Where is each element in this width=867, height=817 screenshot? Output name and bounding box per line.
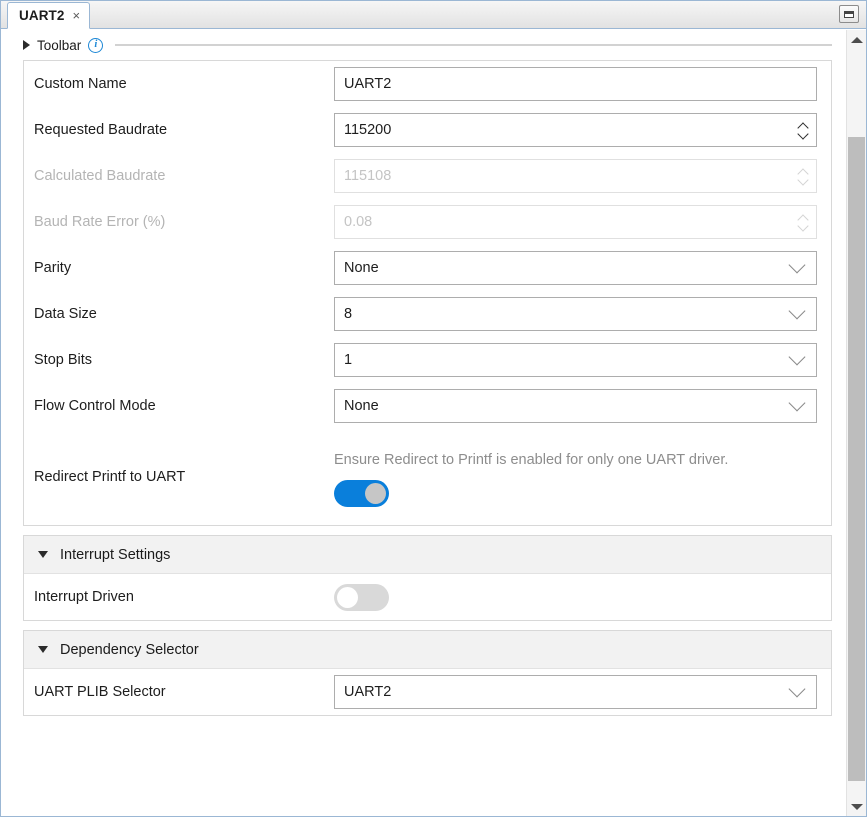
custom-name-value: UART2 [344, 76, 392, 92]
toolbar-divider [115, 44, 832, 46]
chevron-down-icon[interactable] [784, 354, 810, 366]
row-redirect-printf: Redirect Printf to UART Ensure Redirect … [24, 429, 831, 525]
panel-body: Toolbar i Custom Name UART2 Requested Ba… [1, 29, 866, 816]
toggle-knob [365, 482, 386, 504]
interrupt-driven-toggle[interactable] [334, 583, 389, 611]
chevron-down-icon[interactable] [38, 551, 48, 558]
tab-strip: UART2 × [1, 1, 866, 29]
calculated-baudrate-value: 115108 [344, 168, 392, 184]
baud-rate-error-input: 0.08 [334, 205, 817, 239]
label-data-size: Data Size [34, 306, 97, 322]
chevron-down-icon[interactable] [784, 308, 810, 320]
label-uart-plib-selector: UART PLIB Selector [34, 684, 166, 700]
field-wrap-parity: None [334, 251, 817, 285]
chevron-down-icon[interactable] [38, 646, 48, 653]
uart-plib-selector-value: UART2 [344, 684, 392, 700]
redirect-printf-hint: Ensure Redirect to Printf is enabled for… [334, 452, 729, 469]
label-baud-rate-error: Baud Rate Error (%) [34, 214, 166, 230]
field-wrap-data-size: 8 [334, 297, 817, 331]
field-wrap-interrupt-driven [334, 583, 817, 611]
redirect-printf-toggle[interactable] [334, 479, 389, 507]
field-wrap-calculated-baudrate: 115108 [334, 159, 817, 193]
restore-icon [844, 10, 854, 18]
vertical-scrollbar[interactable] [846, 30, 866, 816]
toolbar-section-header[interactable]: Toolbar i [1, 30, 846, 60]
scroll-down-arrow-icon[interactable] [847, 797, 866, 816]
requested-baudrate-stepper[interactable] [796, 122, 810, 138]
flow-control-mode-value: None [344, 398, 379, 414]
baud-rate-error-stepper [796, 214, 810, 230]
uart2-configuration-window: UART2 × Toolbar i Custom Name UART2 Requ… [0, 0, 867, 817]
stop-bits-value: 1 [344, 352, 353, 368]
label-parity: Parity [34, 260, 72, 276]
chevron-down-icon[interactable] [798, 132, 809, 138]
stop-bits-dropdown[interactable]: 1 [334, 343, 817, 377]
info-icon[interactable]: i [88, 37, 104, 53]
section-header-interrupt-settings[interactable]: Interrupt Settings [24, 536, 831, 574]
chevron-down-icon[interactable] [784, 686, 810, 698]
toggle-knob [337, 586, 358, 608]
scrollbar-thumb[interactable] [848, 137, 865, 781]
row-calculated-baudrate: Calculated Baudrate 115108 [24, 153, 831, 199]
general-settings-panel: Custom Name UART2 Requested Baudrate 115… [23, 60, 832, 526]
restore-window-button[interactable] [839, 5, 859, 23]
row-stop-bits: Stop Bits 1 [24, 337, 831, 383]
data-size-value: 8 [344, 306, 353, 322]
baud-rate-error-value: 0.08 [344, 214, 373, 230]
field-wrap-uart-plib-selector: UART2 [334, 675, 817, 709]
label-redirect-printf: Redirect Printf to UART [34, 469, 186, 485]
calculated-baudrate-stepper [796, 168, 810, 184]
label-calculated-baudrate: Calculated Baudrate [34, 168, 166, 184]
label-custom-name: Custom Name [34, 76, 127, 92]
toolbar-label: Toolbar [37, 37, 82, 53]
tab-label: UART2 [19, 8, 65, 23]
settings-content: Toolbar i Custom Name UART2 Requested Ba… [1, 30, 846, 816]
label-stop-bits: Stop Bits [34, 352, 93, 368]
row-requested-baudrate: Requested Baudrate 115200 [24, 107, 831, 153]
requested-baudrate-value: 115200 [344, 122, 392, 138]
field-wrap-stop-bits: 1 [334, 343, 817, 377]
field-wrap-requested-baudrate: 115200 [334, 113, 817, 147]
scroll-up-arrow-icon[interactable] [847, 30, 866, 49]
row-interrupt-driven: Interrupt Driven [24, 574, 831, 620]
row-custom-name: Custom Name UART2 [24, 61, 831, 107]
flow-control-mode-dropdown[interactable]: None [334, 389, 817, 423]
chevron-down-icon [798, 224, 809, 230]
section-title-interrupt-settings: Interrupt Settings [60, 546, 171, 563]
row-uart-plib-selector: UART PLIB Selector UART2 [24, 669, 831, 715]
parity-dropdown[interactable]: None [334, 251, 817, 285]
uart-plib-selector-dropdown[interactable]: UART2 [334, 675, 817, 709]
row-baud-rate-error: Baud Rate Error (%) 0.08 [24, 199, 831, 245]
chevron-up-icon [798, 214, 809, 220]
chevron-down-icon [798, 178, 809, 184]
label-interrupt-driven: Interrupt Driven [34, 589, 134, 605]
label-requested-baudrate: Requested Baudrate [34, 122, 168, 138]
field-wrap-flow-control-mode: None [334, 389, 817, 423]
chevron-right-icon[interactable] [23, 40, 30, 50]
section-header-dependency-selector[interactable]: Dependency Selector [24, 631, 831, 669]
chevron-down-icon[interactable] [784, 262, 810, 274]
dependency-selector-panel: Dependency Selector UART PLIB Selector U… [23, 630, 832, 716]
row-data-size: Data Size 8 [24, 291, 831, 337]
redirect-printf-control-group: Ensure Redirect to Printf is enabled for… [334, 447, 817, 507]
chevron-down-icon[interactable] [784, 400, 810, 412]
close-icon[interactable]: × [73, 9, 81, 22]
custom-name-input[interactable]: UART2 [334, 67, 817, 101]
requested-baudrate-input[interactable]: 115200 [334, 113, 817, 147]
field-wrap-baud-rate-error: 0.08 [334, 205, 817, 239]
scrollbar-track[interactable] [847, 49, 866, 797]
chevron-up-icon [798, 168, 809, 174]
row-parity: Parity None [24, 245, 831, 291]
field-wrap-custom-name: UART2 [334, 67, 817, 101]
calculated-baudrate-input: 115108 [334, 159, 817, 193]
parity-value: None [344, 260, 379, 276]
section-title-dependency-selector: Dependency Selector [60, 641, 199, 658]
data-size-dropdown[interactable]: 8 [334, 297, 817, 331]
interrupt-settings-panel: Interrupt Settings Interrupt Driven [23, 535, 832, 621]
row-flow-control-mode: Flow Control Mode None [24, 383, 831, 429]
chevron-up-icon[interactable] [798, 122, 809, 128]
label-flow-control-mode: Flow Control Mode [34, 398, 156, 414]
tab-uart2[interactable]: UART2 × [7, 2, 91, 29]
